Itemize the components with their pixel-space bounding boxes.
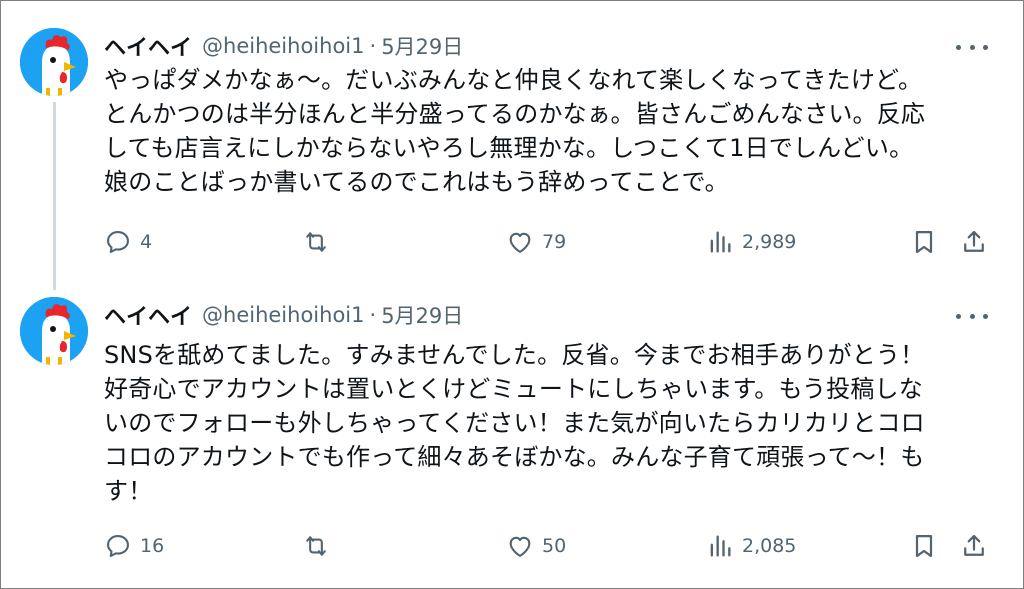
bookmark-icon [915, 534, 933, 558]
views-button[interactable]: 2,085 [706, 526, 796, 566]
tweet-date[interactable]: 5月29日 [381, 300, 463, 330]
tweet-actions: 16 50 2,085 [104, 526, 988, 566]
tweet-text: SNSを舐めてました。すみませんでした。反省。今までお相手ありがとう！ 好奇心で… [104, 341, 925, 505]
heart-icon [509, 536, 531, 557]
author-name[interactable]: ヘイヘイ [104, 299, 192, 331]
view-count: 2,085 [742, 535, 797, 557]
bookmark-button[interactable] [910, 526, 946, 566]
author-handle[interactable]: @heiheihoihoi1 [202, 303, 364, 327]
bar-chart-icon [710, 535, 731, 557]
separator-dot: · [369, 303, 377, 327]
like-count: 50 [542, 535, 567, 557]
retweet-button[interactable] [302, 526, 338, 566]
more-options-button[interactable] [956, 306, 988, 326]
like-button[interactable]: 50 [506, 526, 566, 566]
speech-bubble-icon [107, 535, 129, 557]
tweet[interactable]: ヘイヘイ @heiheihoihoi1 · 5月29日 SNSを舐めてました。す… [0, 0, 1024, 558]
reply-button[interactable]: 16 [104, 526, 164, 566]
reply-count: 16 [140, 535, 165, 557]
avatar[interactable] [20, 297, 88, 365]
ellipsis-icon [956, 313, 961, 319]
share-icon [964, 534, 984, 556]
tweet-header: ヘイヘイ @heiheihoihoi1 · 5月29日 [104, 300, 463, 330]
share-button[interactable] [960, 526, 996, 566]
rooster-avatar-icon [20, 297, 88, 365]
retweet-icon [306, 536, 326, 556]
